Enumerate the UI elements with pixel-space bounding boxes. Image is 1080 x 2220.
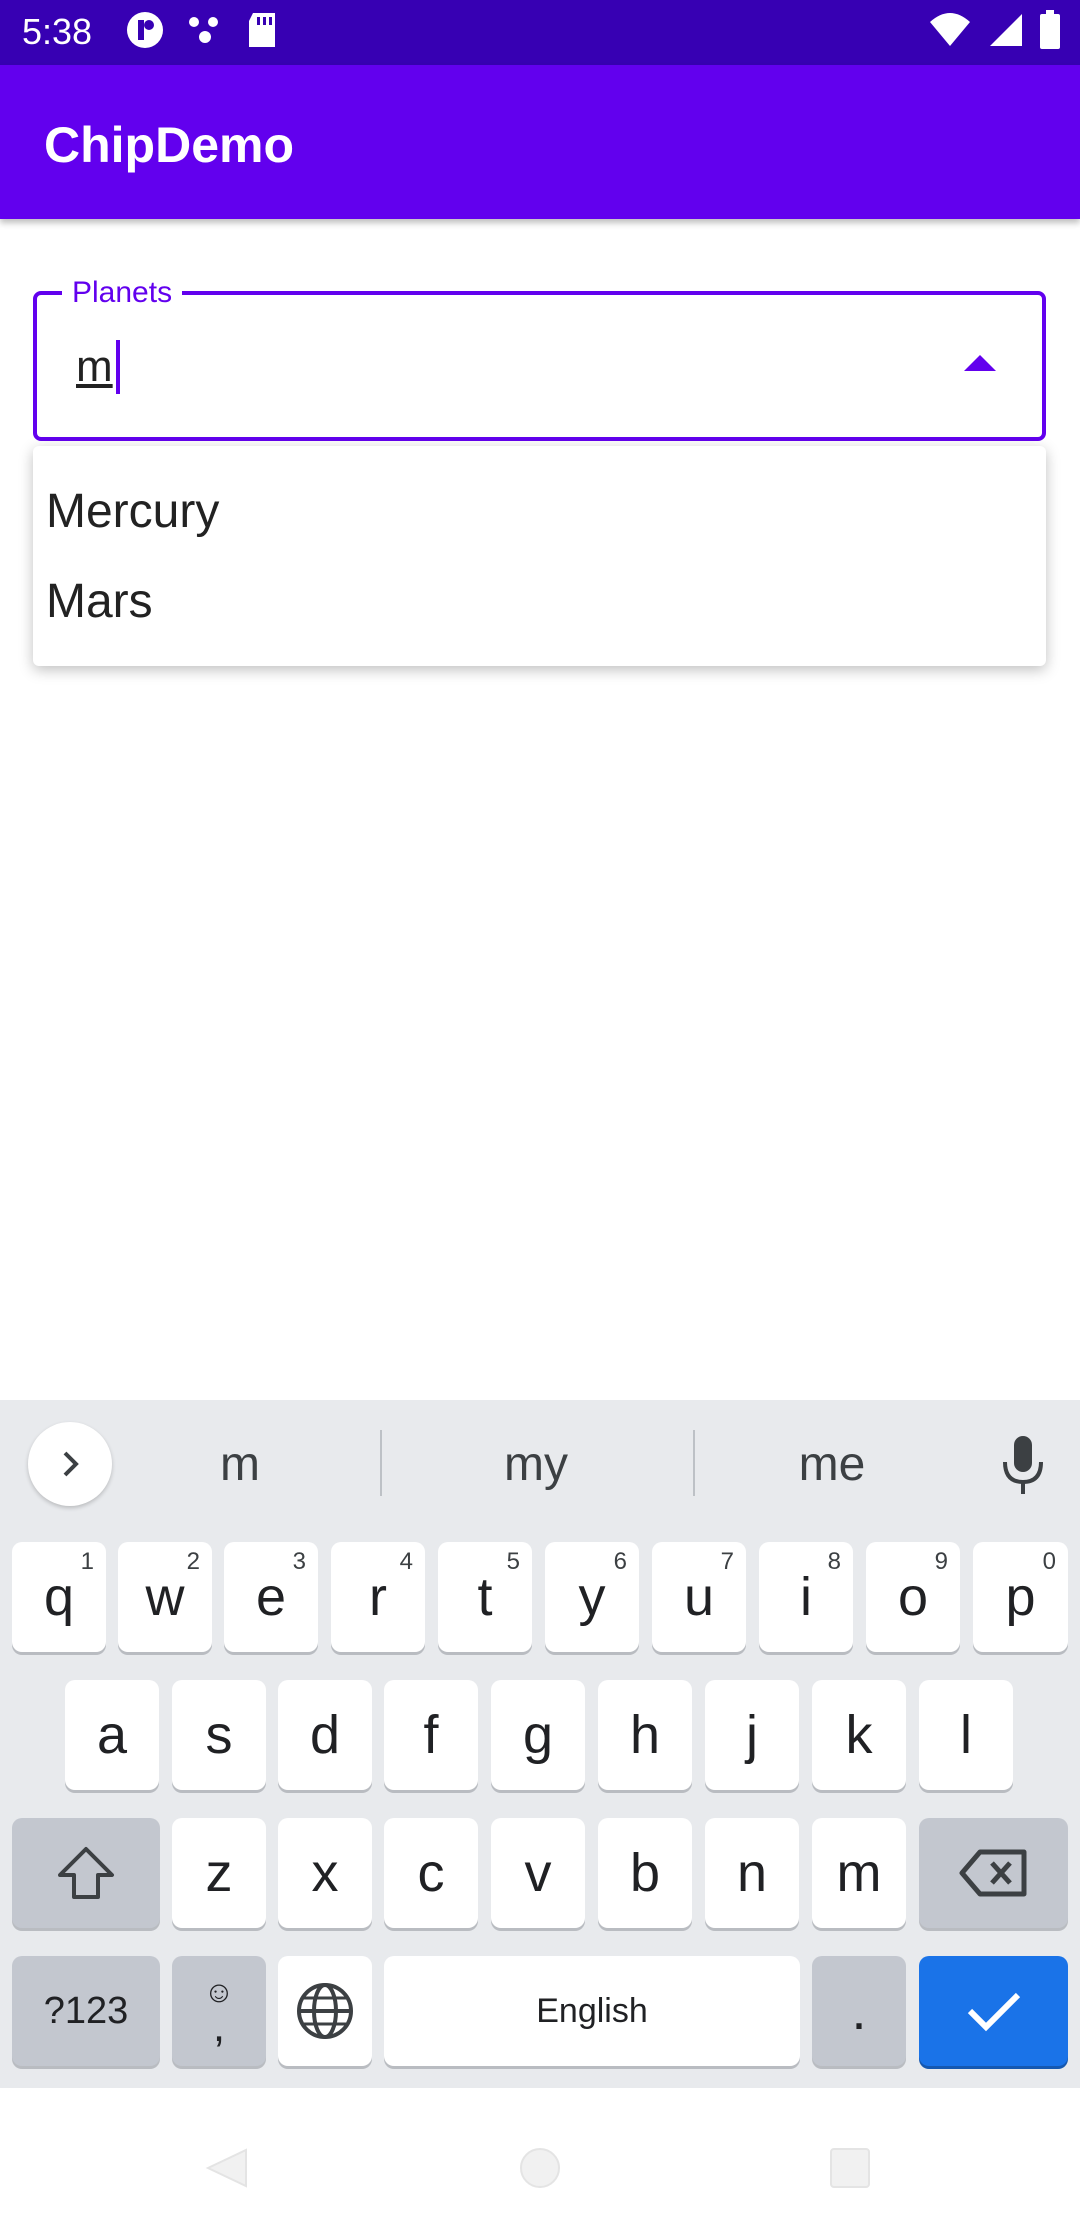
period-key[interactable]: . — [812, 1956, 906, 2066]
comma-label: , — [212, 2002, 226, 2051]
key-y-hint: 6 — [613, 1548, 627, 1575]
backspace-key[interactable] — [919, 1818, 1068, 1928]
key-h[interactable]: h — [598, 1680, 692, 1790]
app-bar: ChipDemo — [0, 65, 1080, 219]
suggestion-divider — [693, 1430, 695, 1496]
home-nav-icon[interactable] — [518, 2146, 562, 2190]
dropdown-item-mars[interactable]: Mars — [46, 562, 1036, 642]
key-r-hint: 4 — [399, 1548, 413, 1575]
checkmark-icon — [967, 1992, 1020, 2032]
key-j[interactable]: j — [705, 1680, 799, 1790]
key-p-hint: 0 — [1042, 1548, 1056, 1575]
key-f[interactable]: f — [384, 1680, 478, 1790]
suggestion-strip: m my me — [0, 1400, 1080, 1520]
key-u-hint: 7 — [720, 1548, 734, 1575]
key-e[interactable]: e3 — [224, 1542, 318, 1652]
backspace-icon — [959, 1849, 1026, 1897]
chevron-right-icon — [63, 1451, 79, 1477]
key-n[interactable]: n — [705, 1818, 799, 1928]
key-e-label: e — [255, 1567, 287, 1627]
microphone-icon — [1003, 1436, 1043, 1494]
navigation-bar — [0, 2088, 1080, 2220]
key-s[interactable]: s — [172, 1680, 266, 1790]
key-y-label: y — [578, 1567, 606, 1627]
key-k[interactable]: k — [812, 1680, 906, 1790]
language-key[interactable] — [278, 1956, 372, 2066]
planets-dropdown-field[interactable] — [33, 291, 1046, 441]
key-z[interactable]: z — [172, 1818, 266, 1928]
symbols-key[interactable]: ?123 — [12, 1956, 160, 2066]
key-i-label: i — [800, 1567, 812, 1627]
key-t[interactable]: t5 — [438, 1542, 532, 1652]
dots-icon — [185, 10, 225, 55]
key-x[interactable]: x — [278, 1818, 372, 1928]
key-i-hint: 8 — [827, 1548, 841, 1575]
key-l[interactable]: l — [919, 1680, 1013, 1790]
app-notification-icon — [125, 10, 165, 55]
key-c[interactable]: c — [384, 1818, 478, 1928]
recents-nav-icon[interactable] — [828, 2146, 872, 2190]
key-o-hint: 9 — [934, 1548, 948, 1575]
comma-emoji-key[interactable]: ☺ , — [172, 1956, 266, 2066]
key-v[interactable]: v — [491, 1818, 585, 1928]
key-p-label: p — [1005, 1567, 1036, 1627]
key-i[interactable]: i8 — [759, 1542, 853, 1652]
planets-field-label: Planets — [62, 275, 183, 311]
status-notification-icons — [125, 10, 279, 55]
soft-keyboard: m my me q1 w2 e3 r4 t5 y6 u7 i8 o9 p0 a … — [0, 1400, 1080, 2088]
key-u-label: u — [683, 1567, 715, 1627]
shift-key[interactable] — [12, 1818, 160, 1928]
sd-card-icon — [245, 10, 279, 55]
key-p[interactable]: p0 — [973, 1542, 1068, 1652]
key-g[interactable]: g — [491, 1680, 585, 1790]
key-r[interactable]: r4 — [331, 1542, 425, 1652]
key-w[interactable]: w2 — [118, 1542, 212, 1652]
status-system-icons — [928, 9, 1062, 55]
dropdown-arrow-up-icon[interactable] — [964, 355, 996, 371]
expand-suggestions-button[interactable] — [28, 1422, 112, 1506]
planets-input[interactable]: m — [76, 340, 113, 394]
battery-icon — [1038, 9, 1062, 56]
back-nav-icon[interactable] — [204, 2148, 250, 2188]
voice-input-button[interactable] — [995, 1430, 1051, 1500]
key-q-hint: 1 — [80, 1548, 94, 1575]
key-q-label: q — [43, 1567, 75, 1627]
app-title: ChipDemo — [44, 117, 294, 173]
globe-icon — [297, 1983, 353, 2039]
screen: { "status_bar": { "time": "5:38", "icons… — [0, 0, 1080, 2220]
key-q[interactable]: q1 — [12, 1542, 106, 1652]
done-key[interactable] — [919, 1956, 1068, 2066]
key-e-hint: 3 — [292, 1548, 306, 1575]
suggestion-1[interactable]: m — [140, 1430, 340, 1500]
shift-arrow-icon — [58, 1847, 114, 1899]
key-y[interactable]: y6 — [545, 1542, 639, 1652]
dropdown-item-mercury[interactable]: Mercury — [46, 472, 1036, 552]
key-a[interactable]: a — [65, 1680, 159, 1790]
suggestion-divider — [380, 1430, 382, 1496]
key-o-label: o — [897, 1567, 929, 1627]
wifi-icon — [928, 10, 972, 55]
key-m[interactable]: m — [812, 1818, 906, 1928]
key-w-label: w — [145, 1567, 185, 1627]
planets-dropdown-menu: Mercury Mars — [33, 446, 1046, 666]
key-b[interactable]: b — [598, 1818, 692, 1928]
key-w-hint: 2 — [186, 1548, 200, 1575]
key-t-label: t — [477, 1567, 493, 1627]
suggestion-3[interactable]: me — [732, 1430, 932, 1500]
text-cursor — [116, 340, 120, 394]
signal-icon — [986, 10, 1024, 55]
key-o[interactable]: o9 — [866, 1542, 960, 1652]
status-bar: 5:38 — [0, 0, 1080, 65]
space-bar[interactable]: English — [384, 1956, 800, 2066]
key-u[interactable]: u7 — [652, 1542, 746, 1652]
key-r-label: r — [369, 1567, 387, 1627]
key-t-hint: 5 — [506, 1548, 520, 1575]
status-time: 5:38 — [22, 11, 93, 52]
key-d[interactable]: d — [278, 1680, 372, 1790]
suggestion-2[interactable]: my — [436, 1430, 636, 1500]
